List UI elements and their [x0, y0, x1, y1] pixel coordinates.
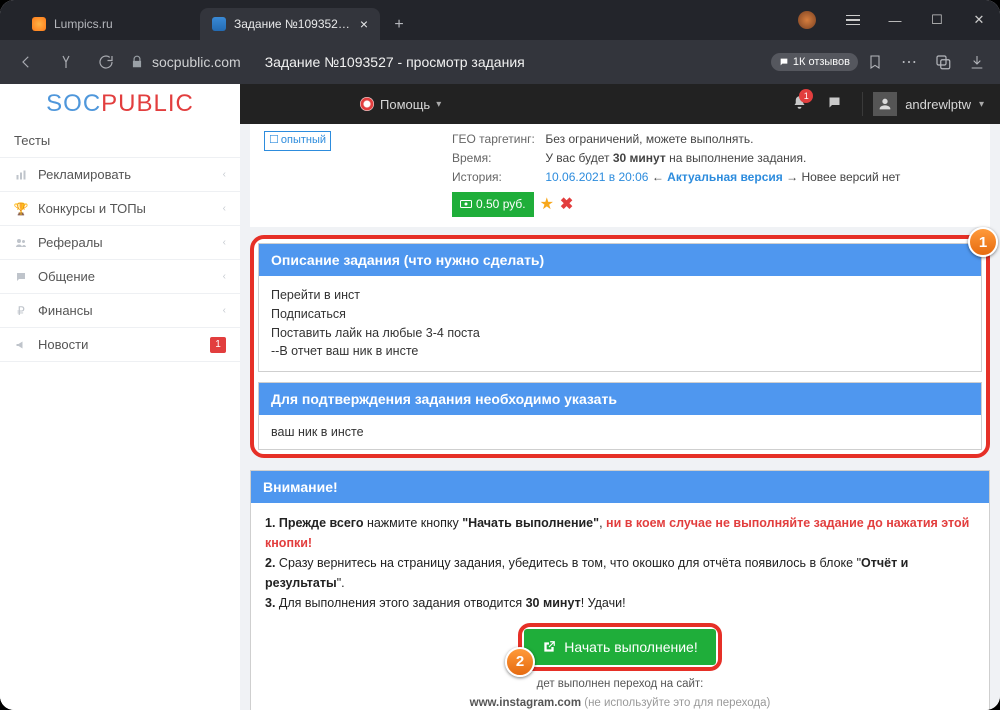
attention-line-1: 1. Прежде всего нажмите кнопку "Начать в…: [265, 513, 975, 553]
callout-badge-1: 1: [968, 227, 998, 257]
window-controls: ― ☐ ✕: [782, 0, 1000, 40]
page-title: Задание №1093527 - просмотр задания: [265, 54, 525, 70]
attention-header: Внимание!: [251, 471, 989, 503]
description-header: Описание задания (что нужно сделать): [259, 244, 981, 276]
chevron-down-icon: ▾: [979, 99, 984, 110]
confirmation-header: Для подтверждения задания необходимо ука…: [259, 383, 981, 415]
reviews-pill[interactable]: 1К отзывов: [771, 53, 858, 71]
chevron-left-icon: ‹: [223, 271, 226, 282]
profile-avatar-icon[interactable]: [798, 11, 816, 29]
tab-title: Lumpics.ru: [54, 17, 188, 31]
sidebar-item-contests[interactable]: 🏆 Конкурсы и ТОПы ‹: [0, 192, 240, 226]
history-current-link[interactable]: Актуальная версия: [667, 170, 783, 184]
url-display[interactable]: socpublic.com: [130, 54, 241, 70]
yandex-button[interactable]: [46, 46, 86, 78]
description-highlight: 1 Описание задания (что нужно сделать) П…: [250, 235, 990, 458]
comment-icon: [779, 57, 789, 67]
main-content: ☐ опытный ГЕО таргетинг: Без ограничений…: [240, 124, 1000, 710]
description-panel: Описание задания (что нужно сделать) Пер…: [258, 243, 982, 372]
back-button[interactable]: [6, 46, 46, 78]
users-icon: [14, 237, 28, 249]
external-link-icon: [542, 640, 556, 654]
sidebar-item-news[interactable]: Новости 1: [0, 328, 240, 362]
messages-button[interactable]: [827, 95, 842, 113]
new-tab-button[interactable]: +: [386, 12, 412, 38]
maximize-button[interactable]: ☐: [916, 0, 958, 40]
close-icon[interactable]: ×: [360, 16, 368, 32]
callout-badge-2: 2: [505, 647, 535, 677]
reload-button[interactable]: [86, 46, 126, 78]
price-tag: 0.50 руб.: [452, 192, 534, 217]
history-date-link[interactable]: 10.06.2021 в 20:06: [545, 170, 648, 184]
sidebar-item-finance[interactable]: ₽ Финансы ‹: [0, 294, 240, 328]
remove-icon[interactable]: ✖: [560, 192, 573, 218]
task-meta: ☐ опытный ГЕО таргетинг: Без ограничений…: [250, 124, 990, 227]
browser-tab-inactive[interactable]: Lumpics.ru: [20, 8, 200, 40]
sidebar: Тесты Рекламировать ‹ 🏆 Конкурсы и ТОПы …: [0, 124, 240, 710]
favicon-icon: [212, 17, 226, 31]
avatar-icon: [873, 92, 897, 116]
close-window-button[interactable]: ✕: [958, 0, 1000, 40]
megaphone-icon: [14, 339, 28, 351]
start-task-button[interactable]: Начать выполнение!: [524, 629, 715, 665]
site-header: SOCPUBLIC Помощь ▾ 1 andrewlptw ▾: [0, 84, 1000, 124]
money-icon: [460, 199, 472, 209]
bookmark-button[interactable]: [858, 45, 892, 79]
url-host: socpublic.com: [152, 54, 241, 70]
notifications-button[interactable]: 1: [792, 95, 807, 113]
attention-panel: Внимание! 1. Прежде всего нажмите кнопку…: [250, 470, 990, 710]
comment-icon: [14, 271, 28, 283]
chevron-left-icon: ‹: [223, 305, 226, 316]
browser-tab-active[interactable]: Задание №1093527 - пр ×: [200, 8, 380, 40]
lock-icon: [130, 55, 144, 69]
stats-icon: [14, 169, 28, 181]
menu-button[interactable]: [832, 0, 874, 40]
lifebuoy-icon: [360, 97, 374, 111]
chevron-left-icon: ‹: [223, 203, 226, 214]
chevron-left-icon: ‹: [223, 169, 226, 180]
user-menu[interactable]: andrewlptw ▾: [862, 92, 994, 116]
start-button-highlight: Начать выполнение!: [518, 623, 721, 671]
confirmation-panel: Для подтверждения задания необходимо ука…: [258, 382, 982, 450]
attention-line-3: 3. Для выполнения этого задания отводитс…: [265, 593, 975, 613]
favicon-icon: [32, 17, 46, 31]
star-icon[interactable]: ★: [540, 192, 554, 218]
downloads-button[interactable]: [960, 45, 994, 79]
sidebar-item-ads[interactable]: Рекламировать ‹: [0, 158, 240, 192]
browser-address-bar: socpublic.com Задание №1093527 - просмот…: [0, 40, 1000, 84]
more-button[interactable]: ⋯: [892, 45, 926, 79]
sidebar-item-chat[interactable]: Общение ‹: [0, 260, 240, 294]
chevron-down-icon: ▾: [436, 99, 441, 110]
sidebar-item-tests[interactable]: Тесты: [0, 124, 240, 158]
sidebar-item-referrals[interactable]: Рефералы ‹: [0, 226, 240, 260]
chat-icon: [827, 95, 842, 110]
username: andrewlptw: [905, 97, 971, 112]
site-logo[interactable]: SOCPUBLIC: [0, 84, 240, 124]
notification-badge: 1: [799, 89, 813, 103]
tab-title: Задание №1093527 - пр: [234, 17, 352, 31]
trophy-icon: 🏆: [14, 202, 28, 216]
extensions-button[interactable]: [926, 45, 960, 79]
attention-line-2: 2. Сразу вернитесь на страницу задания, …: [265, 553, 975, 593]
ruble-icon: ₽: [14, 304, 28, 318]
minimize-button[interactable]: ―: [874, 0, 916, 40]
chevron-left-icon: ‹: [223, 237, 226, 248]
tag-experienced[interactable]: ☐ опытный: [264, 131, 331, 151]
redirect-note: дет выполнен переход на сайт: www.instag…: [265, 675, 975, 710]
help-link[interactable]: Помощь ▾: [360, 97, 441, 112]
news-badge: 1: [210, 337, 226, 353]
browser-tab-bar: Lumpics.ru Задание №1093527 - пр × + ― ☐…: [0, 0, 1000, 40]
